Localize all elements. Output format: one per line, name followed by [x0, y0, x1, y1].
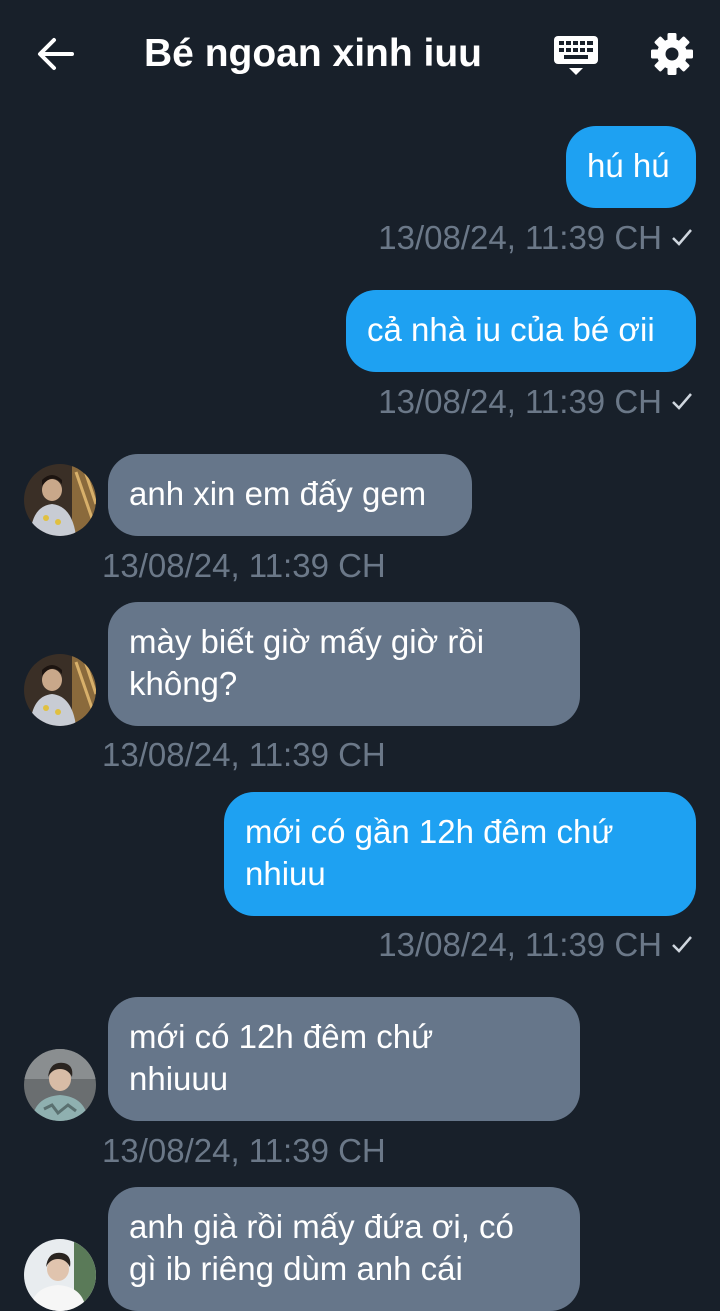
- message-timestamp: 13/08/24, 11:39 CH: [378, 218, 694, 258]
- avatar[interactable]: [24, 1049, 96, 1121]
- outgoing-message-bubble[interactable]: cả nhà iu của bé ơii: [346, 290, 696, 372]
- message-timestamp: 13/08/24, 11:39 CH: [378, 382, 694, 422]
- message-timestamp: 13/08/24, 11:39 CH: [378, 925, 694, 965]
- outgoing-message-bubble[interactable]: hú hú: [566, 126, 696, 208]
- incoming-message-bubble[interactable]: mày biết giờ mấy giờ rồi không?: [108, 602, 580, 726]
- message-timestamp: 13/08/24, 11:39 CH: [102, 736, 386, 773]
- message-text-line: gì ib riêng dùm anh cái: [129, 1250, 463, 1287]
- message-timestamp: 13/08/24, 11:39 CH: [102, 547, 386, 584]
- message-text: anh xin em đấy gem: [129, 475, 427, 512]
- message-text: cả nhà iu của bé ơii: [367, 311, 655, 348]
- message-text-line: anh già rồi mấy đứa ơi, có: [129, 1208, 514, 1245]
- message-text-line: mới có 12h đêm chứ: [129, 1018, 434, 1055]
- keyboard-icon[interactable]: [552, 32, 600, 78]
- arrow-left-icon[interactable]: [36, 34, 76, 74]
- incoming-message-bubble[interactable]: anh xin em đấy gem: [108, 454, 472, 536]
- message-text-line: mới có gần 12h đêm chứ: [245, 813, 614, 850]
- message-text-line: nhiuu: [245, 855, 326, 892]
- avatar[interactable]: [24, 1239, 96, 1311]
- checkmark-icon: [672, 936, 692, 953]
- chat-screen: Bé ngoan xinh iuu hú hú 13/08/24, 11:39 …: [0, 0, 720, 1311]
- checkmark-icon: [672, 393, 692, 410]
- app-bar: Bé ngoan xinh iuu: [0, 0, 720, 108]
- message-text: hú hú: [587, 147, 670, 184]
- outgoing-message-bubble[interactable]: mới có gần 12h đêm chứ nhiuu: [224, 792, 696, 916]
- chat-title: Bé ngoan xinh iuu: [144, 32, 482, 75]
- message-text-line: không?: [129, 665, 238, 702]
- avatar[interactable]: [24, 654, 96, 726]
- gear-icon[interactable]: [650, 32, 694, 76]
- message-text-line: nhiuuu: [129, 1060, 229, 1097]
- incoming-message-bubble[interactable]: anh già rồi mấy đứa ơi, có gì ib riêng d…: [108, 1187, 580, 1311]
- incoming-message-bubble[interactable]: mới có 12h đêm chứ nhiuuu: [108, 997, 580, 1121]
- message-text-line: mày biết giờ mấy giờ rồi: [129, 623, 485, 660]
- avatar[interactable]: [24, 464, 96, 536]
- checkmark-icon: [672, 229, 692, 246]
- message-timestamp: 13/08/24, 11:39 CH: [102, 1132, 386, 1169]
